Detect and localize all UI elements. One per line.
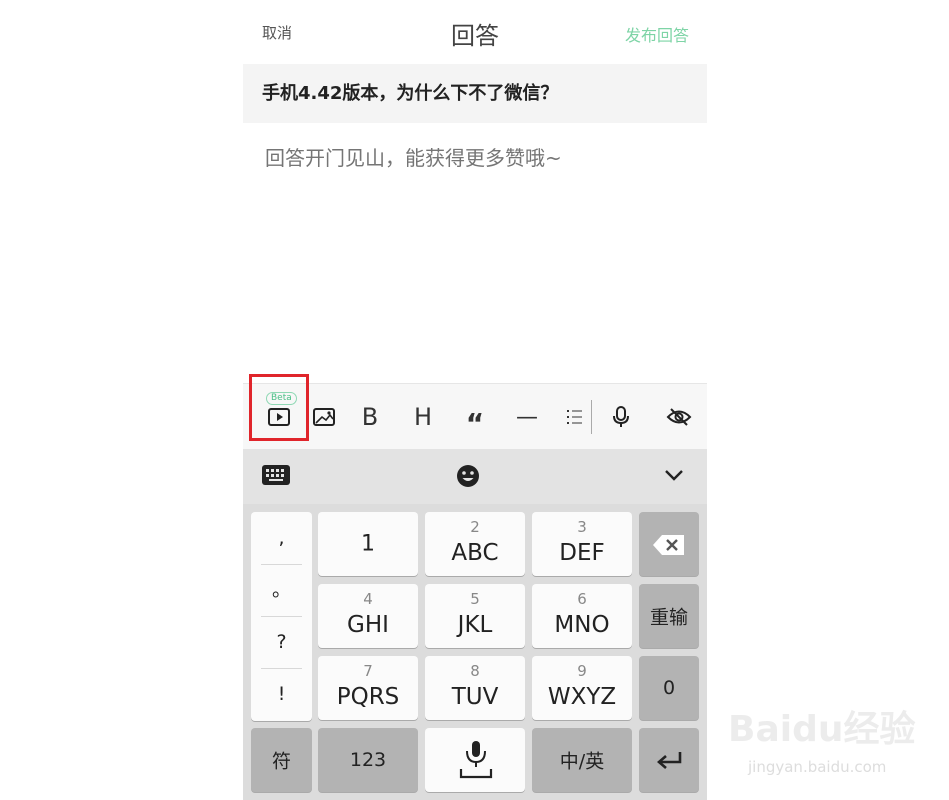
reenter-key[interactable]: 重输	[639, 584, 699, 648]
toolbar-separator	[591, 400, 592, 434]
key-3[interactable]: 3 DEF	[532, 512, 632, 576]
chevron-down-icon[interactable]	[663, 467, 685, 487]
header: 取消 回答 发布回答	[243, 0, 707, 64]
heading-button[interactable]: H	[400, 384, 446, 450]
watermark-logo: Baidu经验	[728, 709, 916, 750]
number-mode-key[interactable]: 123	[318, 728, 418, 792]
key-7[interactable]: 7 PQRS	[318, 656, 418, 720]
enter-key[interactable]	[639, 728, 699, 792]
key-5[interactable]: 5 JKL	[425, 584, 525, 648]
answer-input[interactable]	[265, 146, 685, 170]
video-icon[interactable]	[255, 384, 303, 450]
divider-button[interactable]: —	[504, 384, 550, 450]
watermark-url: jingyan.baidu.com	[748, 758, 887, 776]
punct-exclaim-key[interactable]: !	[251, 668, 312, 720]
publish-answer-button[interactable]: 发布回答	[625, 22, 689, 46]
question-text: 手机4.42版本，为什么下不了微信？	[262, 83, 559, 104]
space-key[interactable]	[425, 728, 525, 792]
microphone-icon	[459, 741, 493, 779]
language-switch-key[interactable]: 中/英	[532, 728, 632, 792]
keyboard-bar	[243, 449, 707, 504]
key-1[interactable]: 1	[318, 512, 418, 576]
hide-icon[interactable]	[655, 384, 703, 450]
punct-comma-key[interactable]: ,	[251, 512, 312, 564]
key-0[interactable]: 0	[639, 656, 699, 720]
punctuation-column: , 。 ? !	[251, 512, 312, 721]
keyboard-icon[interactable]	[261, 463, 291, 491]
backspace-icon	[653, 535, 684, 555]
image-icon[interactable]	[303, 384, 345, 450]
key-9[interactable]: 9 WXYZ	[532, 656, 632, 720]
key-6[interactable]: 6 MNO	[532, 584, 632, 648]
question-banner: 手机4.42版本，为什么下不了微信？	[243, 64, 707, 123]
keyboard: , 。 ? ! 1 2 ABC 3 DEF 4 GHI 5 JKL 6 MNO …	[243, 504, 707, 800]
bold-button[interactable]: B	[347, 384, 393, 450]
list-icon[interactable]	[555, 384, 595, 450]
key-8[interactable]: 8 TUV	[425, 656, 525, 720]
key-2[interactable]: 2 ABC	[425, 512, 525, 576]
symbol-key[interactable]: 符	[251, 728, 312, 792]
quote-button[interactable]: “	[452, 384, 498, 450]
emoji-icon[interactable]	[456, 464, 480, 492]
phone-screen: 取消 回答 发布回答 手机4.42版本，为什么下不了微信？ Beta B H “…	[243, 0, 707, 800]
backspace-key[interactable]	[639, 512, 699, 576]
editor-toolbar: Beta B H “ —	[243, 374, 707, 450]
enter-icon	[657, 752, 682, 769]
punct-period-key[interactable]: 。	[251, 564, 312, 616]
punct-question-key[interactable]: ?	[251, 616, 312, 668]
microphone-icon[interactable]	[599, 384, 643, 450]
key-4[interactable]: 4 GHI	[318, 584, 418, 648]
